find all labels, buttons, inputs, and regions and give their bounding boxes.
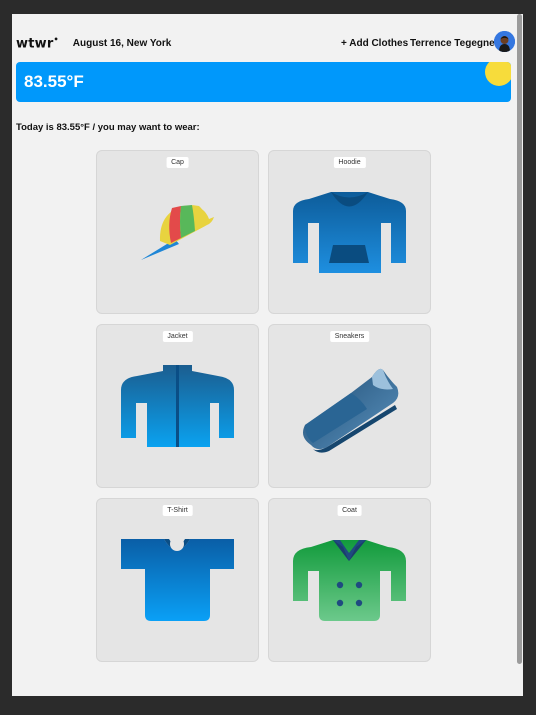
item-card-coat[interactable]: Coat — [268, 498, 431, 662]
item-card-jacket[interactable]: Jacket — [96, 324, 259, 488]
sneakers-icon — [303, 368, 399, 453]
scrollbar[interactable] — [517, 14, 522, 664]
logo[interactable]: wtwr• — [16, 35, 59, 51]
t-shirt-icon — [121, 537, 234, 621]
coat-icon — [293, 540, 406, 621]
avatar-image — [494, 31, 515, 52]
cap-icon — [141, 205, 215, 260]
clothing-advice: Today is 83.55°F / you may want to wear: — [16, 122, 200, 133]
avatar[interactable] — [494, 31, 515, 52]
user-name: Terrence Tegegne — [410, 38, 495, 49]
date-location: August 16, New York — [72, 37, 172, 49]
weather-banner: 83.55°F — [16, 62, 511, 102]
app-window: wtwr• August 16, New York + Add Clothes … — [12, 14, 523, 696]
header: wtwr• August 16, New York + Add Clothes … — [16, 31, 523, 55]
add-clothes-button[interactable]: + Add Clothes — [341, 38, 408, 49]
temperature: 83.55°F — [24, 72, 84, 91]
item-card-cap[interactable]: Cap — [96, 150, 259, 314]
item-card-t-shirt[interactable]: T-Shirt — [96, 498, 259, 662]
hoodie-icon — [293, 192, 406, 273]
item-card-hoodie[interactable]: Hoodie — [268, 150, 431, 314]
jacket-icon — [121, 365, 234, 447]
sun-icon — [485, 62, 511, 86]
item-card-sneakers[interactable]: Sneakers — [268, 324, 431, 488]
